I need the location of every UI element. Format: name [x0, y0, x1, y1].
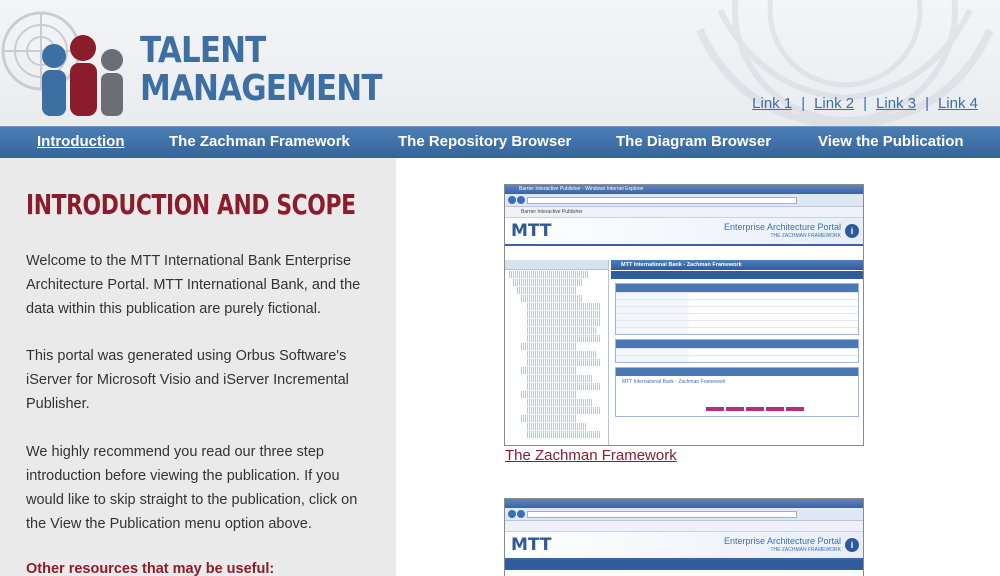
- header-link-3[interactable]: Link 3: [876, 95, 916, 112]
- link-separator: |: [863, 95, 868, 112]
- link-separator: |: [801, 95, 806, 112]
- intro-panel: INTRODUCTION AND SCOPE Welcome to the MT…: [0, 158, 396, 576]
- screenshot-gallery: Barrier Interactive Publisher - Windows …: [396, 158, 1000, 576]
- nav-zachman-framework[interactable]: The Zachman Framework: [169, 133, 350, 150]
- page-title: INTRODUCTION AND SCOPE: [26, 188, 356, 221]
- nav-view-publication[interactable]: View the Publication: [818, 133, 964, 150]
- address-field: [527, 197, 797, 204]
- tree-header: [505, 260, 608, 270]
- forward-icon: [517, 510, 525, 518]
- browser-title-bar: Barrier Interactive Publisher - Windows …: [505, 185, 863, 194]
- portal-subtitle: THE ZACHMAN FRAMEWORK: [770, 233, 841, 239]
- main-nav: Introduction The Zachman Framework The R…: [0, 126, 1000, 158]
- second-screenshot[interactable]: MTT Enterprise Architecture Portal THE Z…: [504, 498, 864, 576]
- link-separator: |: [925, 95, 929, 112]
- site-logo-text: TALENT MANAGEMENT: [140, 32, 382, 108]
- intro-paragraph-2: This portal was generated using Orbus So…: [26, 348, 349, 412]
- browser-title-bar: [505, 499, 863, 508]
- properties-panel: [615, 283, 859, 335]
- logo-line-2: MANAGEMENT: [140, 68, 382, 109]
- intro-paragraph-3: We highly recommend you read our three s…: [26, 444, 358, 532]
- zachman-framework-link[interactable]: The Zachman Framework: [505, 447, 677, 464]
- detail-pane: MTT International Bank - Zachman Framewo…: [611, 260, 863, 445]
- nav-repository-browser[interactable]: The Repository Browser: [398, 133, 571, 150]
- info-icon: i: [845, 224, 859, 238]
- portal-body: MTT International Bank - Zachman Framewo…: [505, 260, 863, 445]
- info-icon: i: [845, 538, 859, 552]
- portal-title: Enterprise Architecture Portal: [723, 222, 841, 232]
- header-link-4[interactable]: Link 4: [938, 95, 978, 112]
- header-link-1[interactable]: Link 1: [752, 95, 792, 112]
- mtt-logo: MTT: [511, 221, 552, 241]
- preview-panel: MTT International Bank - Zachman Framewo…: [615, 367, 859, 417]
- browser-address-bar: [505, 508, 863, 521]
- back-icon: [508, 510, 516, 518]
- repository-tree: [505, 260, 609, 445]
- preview-title: MTT International Bank - Zachman Framewo…: [622, 379, 726, 385]
- portal-title: Enterprise Architecture Portal: [723, 536, 841, 546]
- detail-header: MTT International Bank - Zachman Framewo…: [611, 260, 863, 270]
- logo-line-1: TALENT: [140, 30, 266, 71]
- header: TALENT MANAGEMENT Link 1 | Link 2 | Link 3 | L…: [0, 0, 1000, 126]
- portal-banner: MTT Enterprise Architecture Portal THE Z…: [505, 218, 863, 246]
- detail-header-bar: [505, 560, 863, 570]
- zachman-screenshot[interactable]: Barrier Interactive Publisher - Windows …: [504, 184, 864, 446]
- mtt-logo: MTT: [511, 535, 552, 555]
- browser-address-bar: [505, 194, 863, 207]
- resources-heading: Other resources that may be useful:: [26, 561, 275, 576]
- back-icon: [508, 196, 516, 204]
- header-link-2[interactable]: Link 2: [814, 95, 854, 112]
- nav-diagram-browser[interactable]: The Diagram Browser: [616, 133, 771, 150]
- browser-tab: [505, 521, 863, 532]
- header-links: Link 1 | Link 2 | Link 3 | Link 4: [752, 95, 978, 112]
- attributes-panel: [615, 339, 859, 363]
- intro-paragraph-1: Welcome to the MTT International Bank En…: [26, 253, 361, 317]
- forward-icon: [517, 196, 525, 204]
- people-logo-icon: [42, 35, 123, 116]
- portal-subtitle: THE ZACHMAN FRAMEWORK: [770, 547, 841, 553]
- portal-banner: MTT Enterprise Architecture Portal THE Z…: [505, 532, 863, 560]
- address-field: [527, 511, 797, 518]
- nav-introduction[interactable]: Introduction: [37, 133, 124, 150]
- browser-tab: Barrier Interactive Publisher: [505, 207, 863, 218]
